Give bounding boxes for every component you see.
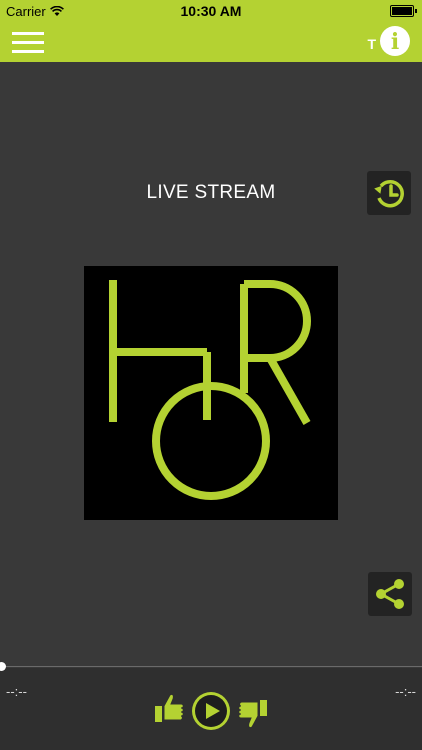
remaining-time: --:-- bbox=[395, 684, 416, 699]
history-icon bbox=[374, 179, 404, 208]
play-icon bbox=[195, 695, 227, 727]
stream-title: LIVE STREAM bbox=[146, 182, 276, 203]
status-bar: Carrier 10:30 AM bbox=[0, 0, 422, 22]
nav-bar: T i bbox=[0, 22, 422, 62]
play-button[interactable] bbox=[192, 692, 230, 730]
history-button[interactable] bbox=[367, 171, 411, 215]
like-button[interactable] bbox=[152, 690, 186, 726]
info-button[interactable]: i bbox=[380, 26, 410, 56]
thumbs-up-icon bbox=[155, 693, 184, 722]
logo-image bbox=[109, 280, 311, 500]
share-button[interactable] bbox=[368, 572, 412, 616]
menu-icon bbox=[12, 32, 44, 35]
station-logo bbox=[84, 266, 338, 520]
dislike-button[interactable] bbox=[236, 696, 270, 732]
info-icon: i bbox=[390, 29, 400, 55]
menu-button[interactable] bbox=[12, 32, 44, 54]
status-time: 10:30 AM bbox=[180, 3, 242, 19]
text-size-button[interactable]: T bbox=[367, 36, 376, 52]
thumbs-down-icon bbox=[238, 700, 267, 729]
progress-track[interactable] bbox=[0, 666, 422, 667]
battery-icon bbox=[390, 5, 417, 17]
menu-icon-line bbox=[12, 50, 44, 53]
menu-icon-line bbox=[12, 41, 44, 44]
elapsed-time: --:-- bbox=[6, 684, 27, 699]
share-icon bbox=[376, 579, 404, 609]
